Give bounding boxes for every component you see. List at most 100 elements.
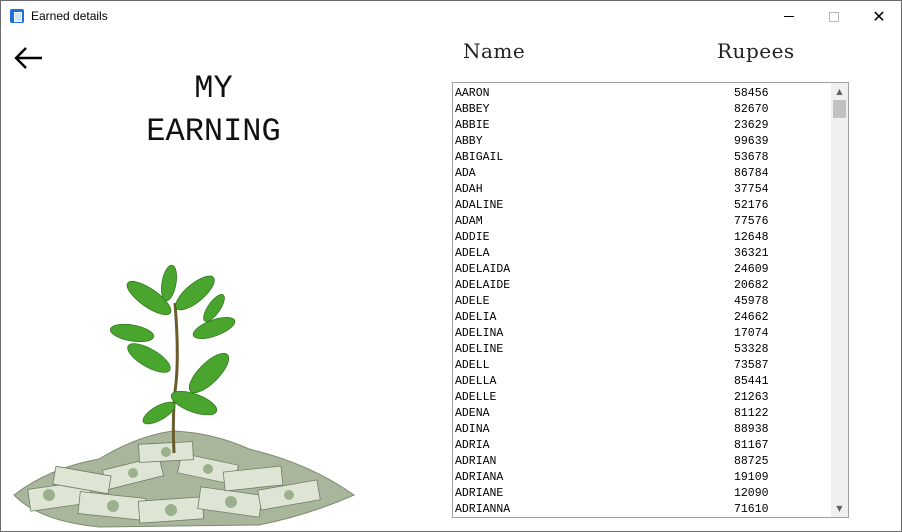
earner-rupees: 82670 — [734, 103, 769, 116]
earner-name: ADELINE — [455, 343, 504, 356]
earner-name: ADELA — [455, 247, 490, 260]
page-title: MY EARNING — [101, 67, 326, 153]
earner-rupees: 19109 — [734, 471, 769, 484]
earner-rupees: 20682 — [734, 279, 769, 292]
earner-name: ADALINE — [455, 199, 504, 212]
earner-name: ADELAIDA — [455, 263, 511, 276]
earner-rupees: 53328 — [734, 343, 769, 356]
scroll-thumb[interactable] — [833, 100, 846, 118]
earner-rupees: 12090 — [734, 487, 769, 500]
earner-name: ADRIANNA — [455, 503, 511, 516]
earner-name: ADELLE — [455, 391, 497, 404]
rupees-column-header: Rupees — [717, 39, 795, 63]
earner-name: ABBIE — [455, 119, 490, 132]
list-item[interactable]: AARON 58456 — [455, 85, 831, 101]
list-item[interactable]: ADALINE 52176 — [455, 197, 831, 213]
list-item[interactable]: ADELE 45978 — [455, 293, 831, 309]
list-item[interactable]: ADRIANE 12090 — [455, 485, 831, 501]
title-bar[interactable]: Earned details ✕ — [1, 1, 901, 32]
list-item[interactable]: ADAH 37754 — [455, 181, 831, 197]
earner-rupees: 52176 — [734, 199, 769, 212]
earner-rupees: 45978 — [734, 295, 769, 308]
chevron-down-icon: ▼ — [836, 504, 843, 513]
earner-rupees: 81122 — [734, 407, 769, 420]
earner-name: ABBEY — [455, 103, 490, 116]
app-window-icon — [10, 9, 24, 23]
back-button[interactable] — [13, 45, 45, 71]
list-item[interactable]: ADELL 73587 — [455, 357, 831, 373]
list-item[interactable]: ADELAIDE 20682 — [455, 277, 831, 293]
earner-rupees: 24662 — [734, 311, 769, 324]
earner-name: ADAH — [455, 183, 483, 196]
earner-name: ABBY — [455, 135, 483, 148]
list-item[interactable]: ADELLA 85441 — [455, 373, 831, 389]
list-item[interactable]: ADELA 36321 — [455, 245, 831, 261]
earner-name: ADRIANA — [455, 471, 504, 484]
earner-rupees: 58456 — [734, 87, 769, 100]
maximize-button[interactable] — [811, 1, 857, 32]
earner-name: ADINA — [455, 423, 490, 436]
earner-rupees: 81167 — [734, 439, 769, 452]
close-icon: ✕ — [872, 6, 886, 26]
earnings-rows: AARON 58456 ABBEY 82670 ABBIE 23629 ABBY 99639 A… — [455, 85, 831, 517]
earner-rupees: 88725 — [734, 455, 769, 468]
scroll-up-button[interactable]: ▲ — [831, 83, 848, 100]
list-item[interactable]: ABIGAIL 53678 — [455, 149, 831, 165]
chevron-up-icon: ▲ — [836, 87, 843, 96]
earner-rupees: 85441 — [734, 375, 769, 388]
earner-name: ADELE — [455, 295, 490, 308]
earner-rupees: 88938 — [734, 423, 769, 436]
list-item[interactable]: ADELLE 21263 — [455, 389, 831, 405]
earner-rupees: 21263 — [734, 391, 769, 404]
earner-name: ADENA — [455, 407, 490, 420]
earner-rupees: 17074 — [734, 327, 769, 340]
earner-name: ADA — [455, 167, 476, 180]
list-item[interactable]: ADINA 88938 — [455, 421, 831, 437]
earner-name: ADDIE — [455, 231, 490, 244]
list-item[interactable]: ADAM 77576 — [455, 213, 831, 229]
list-item[interactable]: ADA 86784 — [455, 165, 831, 181]
list-item[interactable]: ADDIE 12648 — [455, 229, 831, 245]
list-item[interactable]: ADELINA 17074 — [455, 325, 831, 341]
earner-rupees: 73587 — [734, 359, 769, 372]
earned-details-window: Earned details ✕ MY EARNING Name Rupees … — [0, 0, 902, 532]
list-item[interactable]: ADRIANNA 71610 — [455, 501, 831, 517]
earner-name: ADRIAN — [455, 455, 497, 468]
earnings-list[interactable]: AARON 58456 ABBEY 82670 ABBIE 23629 ABBY 99639 A… — [452, 82, 849, 518]
list-item[interactable]: ADELIA 24662 — [455, 309, 831, 325]
page-title-line-1: MY — [194, 70, 233, 107]
earner-name: ADRIANE — [455, 487, 504, 500]
list-item[interactable]: ABBY 99639 — [455, 133, 831, 149]
earner-rupees: 99639 — [734, 135, 769, 148]
back-arrow-icon — [14, 47, 42, 69]
earner-name: AARON — [455, 87, 490, 100]
earner-name: ADELL — [455, 359, 490, 372]
list-item[interactable]: ADRIAN 88725 — [455, 453, 831, 469]
money-plant-image — [9, 263, 359, 531]
list-item[interactable]: ADELINE 53328 — [455, 341, 831, 357]
vertical-scrollbar[interactable]: ▲ ▼ — [831, 83, 848, 517]
earner-rupees: 36321 — [734, 247, 769, 260]
earner-name: ADELAIDE — [455, 279, 511, 292]
earner-rupees: 77576 — [734, 215, 769, 228]
list-item[interactable]: ADELAIDA 24609 — [455, 261, 831, 277]
list-item[interactable]: ADENA 81122 — [455, 405, 831, 421]
earner-rupees: 12648 — [734, 231, 769, 244]
close-button[interactable]: ✕ — [856, 1, 901, 32]
name-column-header: Name — [463, 39, 526, 63]
earner-rupees: 23629 — [734, 119, 769, 132]
list-item[interactable]: ADRIA 81167 — [455, 437, 831, 453]
window-title: Earned details — [31, 9, 108, 23]
earner-name: ADELINA — [455, 327, 504, 340]
list-item[interactable]: ADRIANA 19109 — [455, 469, 831, 485]
scroll-down-button[interactable]: ▼ — [831, 500, 848, 517]
list-item[interactable]: ABBIE 23629 — [455, 117, 831, 133]
maximize-icon — [829, 11, 839, 22]
list-item[interactable]: ABBEY 82670 — [455, 101, 831, 117]
earner-rupees: 37754 — [734, 183, 769, 196]
minimize-button[interactable] — [766, 1, 812, 32]
earner-rupees: 71610 — [734, 503, 769, 516]
earner-name: ADAM — [455, 215, 483, 228]
earner-rupees: 24609 — [734, 263, 769, 276]
earner-name: ADELLA — [455, 375, 497, 388]
